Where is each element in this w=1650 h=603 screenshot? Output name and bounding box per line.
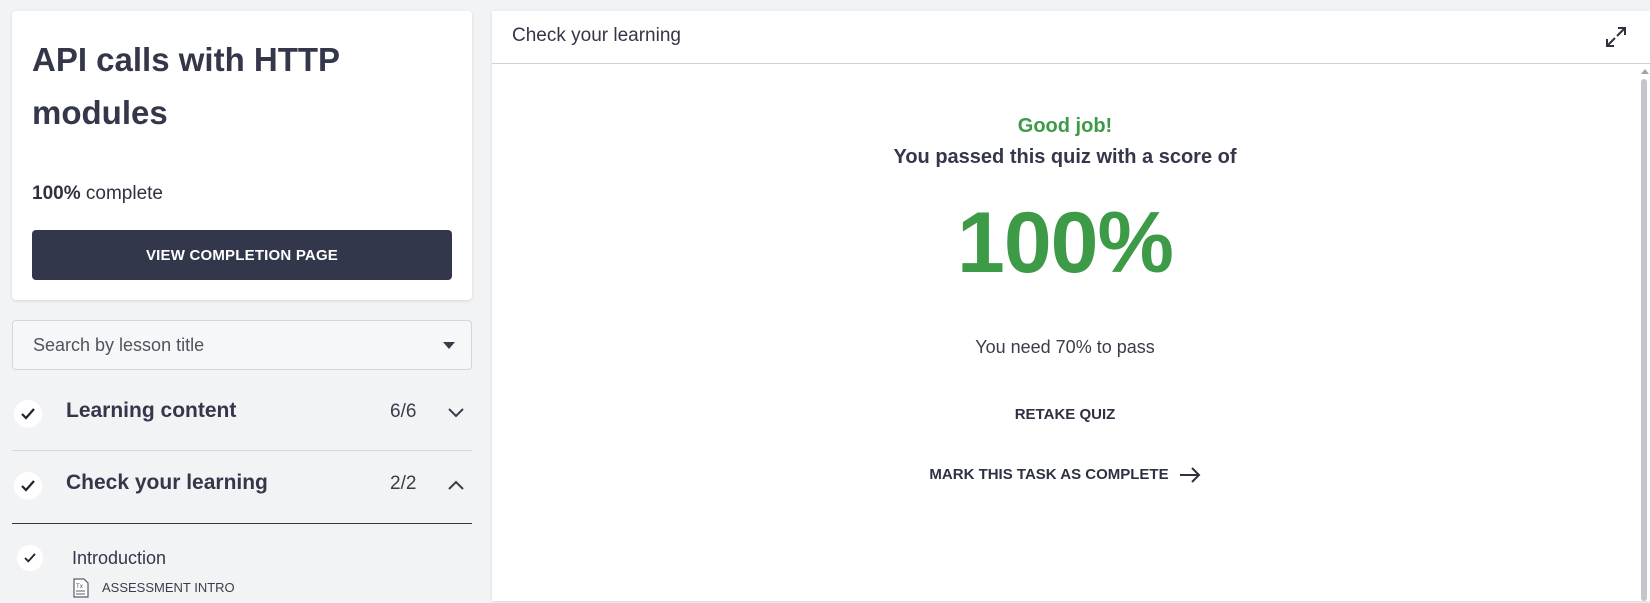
caret-down-icon [443, 342, 455, 349]
result-heading: Good job! [1017, 115, 1113, 137]
check-icon [14, 400, 42, 428]
progress-percent: 100% [32, 183, 81, 204]
section-learning-content[interactable]: Learning content 6/6 [12, 392, 472, 451]
section-count: 2/2 [390, 473, 417, 494]
sidebar: API calls with HTTP modules 100% complet… [0, 0, 482, 601]
section-count: 6/6 [390, 401, 417, 422]
mark-wrap: MARK THIS TASK AS COMPLETE [492, 466, 1638, 488]
scrollbar-thumb[interactable] [1641, 79, 1647, 601]
lesson-search-select[interactable]: Search by lesson title [12, 320, 472, 370]
check-icon [17, 545, 43, 571]
quiz-result-panel: Check your learning Good job! You passed… [492, 11, 1650, 601]
retake-wrap: RETAKE QUIZ [492, 406, 1638, 428]
scroll-up-icon[interactable] [1641, 69, 1649, 74]
check-icon [14, 472, 42, 500]
retake-quiz-button[interactable]: RETAKE QUIZ [1015, 406, 1116, 423]
scrollbar[interactable] [1638, 65, 1650, 601]
lesson-type: ASSESSMENT INTRO [102, 580, 235, 595]
course-progress: 100% complete [32, 183, 163, 205]
lesson-item-introduction[interactable]: Introduction Tx ASSESSMENT INTRO [12, 545, 472, 601]
mark-complete-button[interactable]: MARK THIS TASK AS COMPLETE [929, 466, 1200, 483]
search-placeholder: Search by lesson title [33, 335, 205, 355]
section-label: Learning content [66, 399, 237, 422]
course-title: API calls with HTTP modules [32, 41, 340, 131]
section-check-your-learning[interactable]: Check your learning 2/2 [12, 464, 472, 524]
expand-icon[interactable] [1604, 25, 1628, 49]
view-completion-page-button[interactable]: VIEW COMPLETION PAGE [32, 230, 452, 280]
panel-header: Check your learning [492, 11, 1650, 64]
result-text: You passed this quiz with a score of [893, 146, 1237, 168]
mark-complete-label: MARK THIS TASK AS COMPLETE [929, 466, 1169, 483]
section-label: Check your learning [66, 471, 268, 494]
course-card: API calls with HTTP modules 100% complet… [12, 11, 472, 300]
panel-title: Check your learning [512, 25, 681, 46]
document-icon: Tx [73, 578, 89, 603]
progress-suffix: complete [85, 183, 163, 204]
score-value: 100% [957, 195, 1174, 291]
svg-text:Tx: Tx [75, 583, 84, 590]
chevron-down-icon [447, 406, 465, 424]
pass-requirement: You need 70% to pass [975, 337, 1155, 357]
lesson-title: Introduction [72, 548, 167, 568]
arrow-right-icon [1179, 466, 1200, 483]
chevron-up-icon [447, 478, 465, 496]
